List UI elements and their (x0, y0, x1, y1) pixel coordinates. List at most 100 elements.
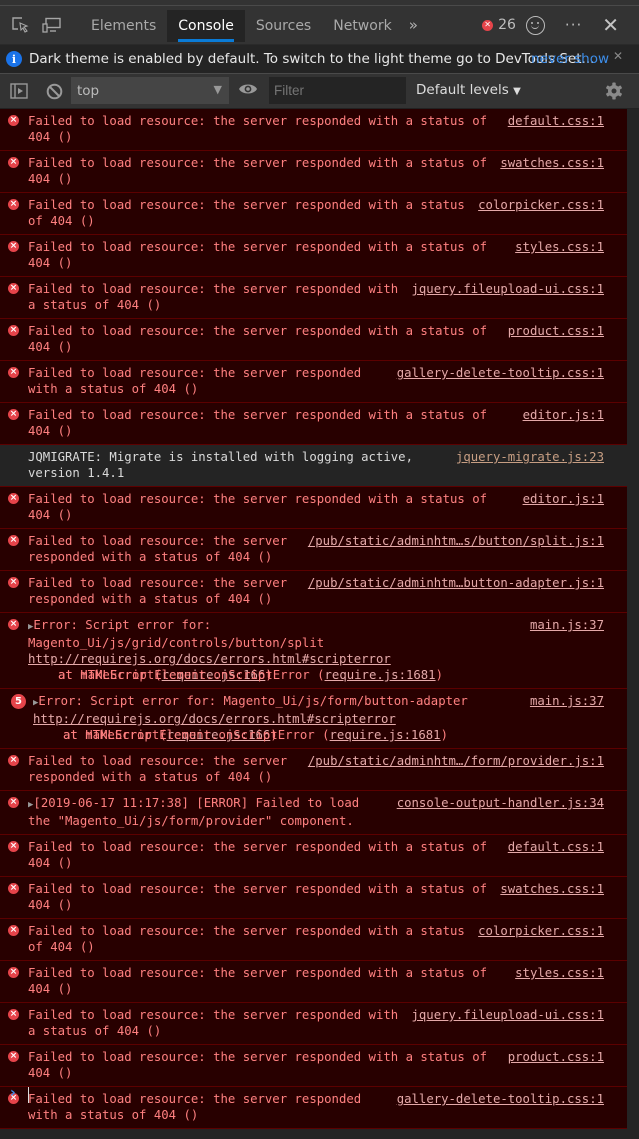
console-error-message: × main.js:37 ▶Error: Script error for: Mag… (0, 613, 627, 689)
log-levels-dropdown[interactable]: Default levels ▼ (416, 82, 521, 98)
source-link[interactable]: main.js:37 (530, 693, 604, 709)
console-messages: × default.css:1 Failed to load resource: t… (0, 109, 627, 1129)
inspect-element-icon[interactable] (6, 10, 34, 40)
message-text: Failed to load resource: the server resp… (28, 282, 406, 312)
message-text: Failed to load resource: the server resp… (28, 1008, 406, 1038)
source-link[interactable]: styles.css:1 (515, 239, 604, 255)
console-scrollbar[interactable] (627, 109, 639, 1139)
console-error-message: × console-output-handler.js:34 ▶[2019-06-1… (0, 791, 627, 835)
tab-network[interactable]: Network (322, 10, 402, 42)
context-selector[interactable]: top ▼ (71, 77, 229, 104)
message-text: Failed to load resource: the server resp… (28, 754, 295, 784)
console-error-message: × /pub/static/adminhtm…button-adapter.js:… (0, 571, 627, 613)
error-icon: × (8, 157, 19, 168)
docs-link[interactable]: http://requirejs.org/docs/errors.html#sc… (28, 652, 391, 666)
error-count: 26 (498, 17, 516, 33)
stack-link[interactable]: require.js:1681 (325, 668, 436, 682)
error-icon: × (8, 241, 19, 252)
console-error-message: × editor.js:1 Failed to load resource: the… (0, 403, 627, 445)
close-devtools-icon[interactable]: ✕ (602, 13, 619, 37)
source-link[interactable]: default.css:1 (508, 113, 604, 129)
source-link[interactable]: product.css:1 (508, 323, 604, 339)
console-info-message: jquery-migrate.js:23 JQMIGRATE: Migrate i… (0, 445, 627, 487)
tab-sources[interactable]: Sources (245, 10, 322, 42)
never-show-link[interactable]: never show (531, 51, 609, 67)
more-options-icon[interactable]: ··· (565, 16, 582, 34)
source-link[interactable]: default.css:1 (508, 839, 604, 855)
console-error-message: × product.css:1 Failed to load resource: t… (0, 1045, 627, 1087)
console-error-message: × styles.css:1 Failed to load resource: th… (0, 961, 627, 1003)
dropdown-triangle-icon: ▼ (513, 86, 521, 97)
source-link[interactable]: jquery-migrate.js:23 (456, 449, 604, 465)
devtools-tabbar: Elements Console Sources Network » ✕ 26 … (0, 6, 639, 45)
source-link[interactable]: /pub/static/adminhtm…/form/provider.js:1 (308, 753, 604, 769)
stack-frame: at HTMLScriptElement.onScriptError (requ… (63, 728, 448, 742)
message-text: Failed to load resource: the server resp… (28, 1050, 495, 1080)
tab-elements[interactable]: Elements (80, 10, 167, 42)
feedback-smiley-icon[interactable] (525, 15, 545, 35)
message-text: Failed to load resource: the server resp… (28, 882, 495, 912)
info-banner: i Dark theme is enabled by default. To s… (0, 45, 639, 74)
more-tabs-icon[interactable]: » (409, 16, 418, 34)
live-expression-eye-icon[interactable] (238, 81, 258, 100)
console-error-message: × default.css:1 Failed to load resource: t… (0, 109, 627, 151)
chevron-down-icon: ▼ (213, 83, 222, 96)
stack-link[interactable]: require.js:1681 (330, 728, 441, 742)
source-link[interactable]: editor.js:1 (523, 407, 604, 423)
console-error-message: × default.css:1 Failed to load resource: t… (0, 835, 627, 877)
source-link[interactable]: colorpicker.css:1 (478, 923, 604, 939)
message-text: Failed to load resource: the server resp… (28, 840, 495, 870)
source-link[interactable]: jquery.fileupload-ui.css:1 (412, 1007, 605, 1023)
console-settings-gear-icon[interactable] (605, 82, 623, 104)
source-link[interactable]: gallery-delete-tooltip.css:1 (397, 365, 604, 381)
error-icon: × (8, 1051, 19, 1062)
source-link[interactable]: swatches.css:1 (500, 155, 604, 171)
error-icon: × (8, 841, 19, 852)
source-link[interactable]: /pub/static/adminhtm…button-adapter.js:1 (308, 575, 604, 591)
stack-frame: at HTMLScriptElement.onScriptError (requ… (58, 668, 443, 682)
console-error-message: × swatches.css:1 Failed to load resource: … (0, 151, 627, 193)
console-error-message: × jquery.fileupload-ui.css:1 Failed to loa… (0, 1003, 627, 1045)
error-icon: × (8, 199, 19, 210)
source-link[interactable]: main.js:37 (530, 617, 604, 633)
source-link[interactable]: console-output-handler.js:34 (397, 795, 604, 811)
console-prompt[interactable]: › (0, 1085, 627, 1105)
error-icon: × (8, 967, 19, 978)
source-link[interactable]: product.css:1 (508, 1049, 604, 1065)
source-link[interactable]: colorpicker.css:1 (478, 197, 604, 213)
info-icon: i (6, 51, 22, 67)
filter-input[interactable] (269, 77, 406, 104)
error-icon: × (8, 883, 19, 894)
console-error-message: 5 main.js:37 ▶Error: Script error for: Mag… (0, 689, 627, 749)
error-icon: × (8, 1009, 19, 1020)
log-levels-label: Default levels (416, 82, 509, 98)
console-error-message: × product.css:1 Failed to load resource: t… (0, 319, 627, 361)
close-banner-icon[interactable]: ✕ (613, 49, 623, 63)
message-text: Failed to load resource: the server resp… (28, 534, 295, 564)
source-link[interactable]: /pub/static/adminhtm…s/button/split.js:1 (308, 533, 604, 549)
error-icon: × (8, 409, 19, 420)
error-icon: × (8, 577, 19, 588)
message-text: Error: Script error for: Magento_Ui/js/f… (38, 694, 468, 708)
message-text: [2019-06-17 11:17:38] [ERROR] Failed to … (28, 796, 367, 828)
device-toolbar-icon[interactable] (38, 10, 66, 40)
message-text: JQMIGRATE: Migrate is installed with log… (28, 450, 421, 480)
docs-link[interactable]: http://requirejs.org/docs/errors.html#sc… (33, 712, 396, 726)
tab-console[interactable]: Console (167, 10, 245, 42)
console-error-message: × colorpicker.css:1 Failed to load resourc… (0, 919, 627, 961)
source-link[interactable]: swatches.css:1 (500, 881, 604, 897)
console-toolbar: top ▼ Default levels ▼ (0, 74, 639, 109)
source-link[interactable]: styles.css:1 (515, 965, 604, 981)
context-value: top (77, 82, 100, 99)
error-count-badge[interactable]: ✕ 26 (482, 17, 516, 33)
error-icon: × (8, 535, 19, 546)
info-banner-text: Dark theme is enabled by default. To swi… (29, 51, 595, 67)
source-link[interactable]: jquery.fileupload-ui.css:1 (412, 281, 605, 297)
sidebar-toggle-icon[interactable] (8, 80, 30, 102)
message-text: Failed to load resource: the server resp… (28, 492, 495, 522)
source-link[interactable]: editor.js:1 (523, 491, 604, 507)
error-icon: × (8, 283, 19, 294)
console-error-message: × jquery.fileupload-ui.css:1 Failed to loa… (0, 277, 627, 319)
message-text: Failed to load resource: the server resp… (28, 576, 295, 606)
clear-console-icon[interactable] (43, 80, 65, 102)
